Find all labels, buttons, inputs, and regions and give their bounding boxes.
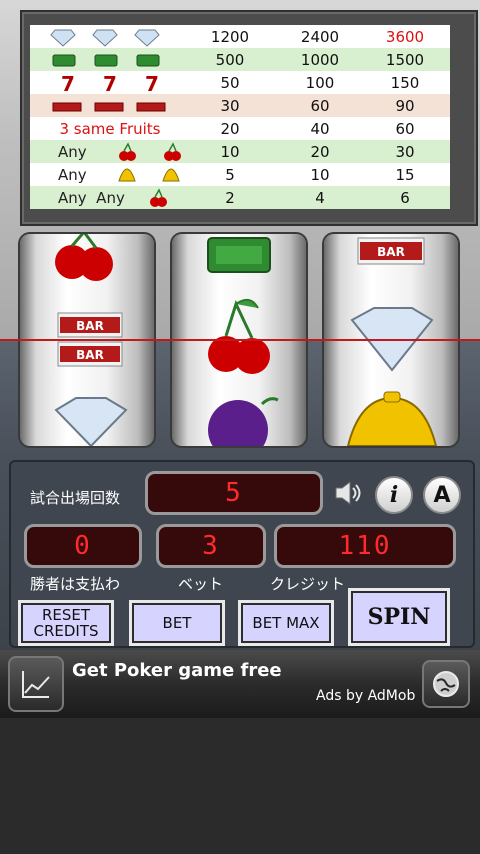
paytable-symbols: Any Any xyxy=(30,186,190,209)
bar-label: BAR xyxy=(76,319,104,333)
paytable-rule-text: 3 same Fruits xyxy=(59,119,161,138)
paytable-symbols xyxy=(30,48,190,71)
cherry-icon xyxy=(208,298,270,374)
speaker-icon[interactable] xyxy=(330,476,364,510)
payout-2coin: 100 xyxy=(305,73,335,92)
svg-text:7: 7 xyxy=(145,72,159,94)
rounds-label: 試合出場回数 xyxy=(30,489,121,507)
paytable-row: 500 1000 1500 xyxy=(30,48,450,71)
credit-display: 110 xyxy=(274,524,456,568)
globe-icon[interactable] xyxy=(422,660,470,708)
paytable-symbols: Any xyxy=(30,163,190,186)
bet-label: ベット xyxy=(178,575,224,593)
reset-credits-button[interactable]: RESET CREDITS xyxy=(18,600,114,646)
bar-label: BAR xyxy=(76,348,104,362)
payout-3coin: 150 xyxy=(390,73,420,92)
payout-3coin: 60 xyxy=(395,119,415,138)
paytable-row: Any 10 20 30 xyxy=(30,140,450,163)
bell-icon xyxy=(117,167,180,181)
payout-2coin: 10 xyxy=(310,165,330,184)
paytable-row: 1200 2400 3600 xyxy=(30,25,450,48)
paytable-symbols xyxy=(30,94,190,117)
svg-text:7: 7 xyxy=(103,72,117,94)
payout-1coin: 50 xyxy=(220,73,240,92)
payout-2coin: 2400 xyxy=(300,27,340,46)
info-button[interactable]: i xyxy=(375,476,413,514)
paytable-symbols xyxy=(30,25,190,48)
cash-icon xyxy=(207,237,271,273)
payout-1coin: 5 xyxy=(225,165,235,184)
payout-3coin: 30 xyxy=(395,142,415,161)
paytable-rule-text: Any xyxy=(58,142,87,161)
payline xyxy=(0,339,480,341)
payout-3coin: 3600 xyxy=(385,27,425,46)
chart-icon[interactable] xyxy=(8,656,64,712)
paytable-symbols: Any xyxy=(30,140,190,163)
cherry-icon xyxy=(118,141,181,161)
payout-2coin: 60 xyxy=(310,96,330,115)
cherry-icon xyxy=(55,229,113,281)
paytable-row: 3 same Fruits 20 40 60 xyxy=(30,117,450,140)
payout-3coin: 90 xyxy=(395,96,415,115)
paytable-rule-text: Any Any xyxy=(58,188,125,207)
win-display: 0 xyxy=(24,524,142,568)
paytable-symbols: 7 7 7 xyxy=(30,71,190,94)
payout-1coin: 1200 xyxy=(210,27,250,46)
payout-3coin: 6 xyxy=(400,188,410,207)
paytable-row: Any Any 2 4 6 xyxy=(30,186,450,209)
payout-3coin: 1500 xyxy=(385,50,425,69)
globe-icon-graphic xyxy=(433,671,459,697)
payout-2coin: 1000 xyxy=(300,50,340,69)
payout-1coin: 10 xyxy=(220,142,240,161)
payout-1coin: 2 xyxy=(225,188,235,207)
paytable-row: Any 5 10 15 xyxy=(30,163,450,186)
ad-title[interactable]: Get Poker game free xyxy=(72,660,282,681)
diamond-icon xyxy=(50,29,160,47)
diamond-icon xyxy=(54,397,128,448)
payout-2coin: 20 xyxy=(310,142,330,161)
paytable-row: 30 60 90 xyxy=(30,94,450,117)
paytable-rule-text: Any xyxy=(58,165,87,184)
payout-2coin: 4 xyxy=(315,188,325,207)
bet-max-button[interactable]: BET MAX xyxy=(238,600,334,646)
bell-icon xyxy=(346,391,438,447)
bet-button[interactable]: BET xyxy=(129,600,225,646)
credit-label: クレジット xyxy=(270,575,346,593)
payout-3coin: 15 xyxy=(395,165,415,184)
payout-1coin: 30 xyxy=(220,96,240,115)
chart-icon-graphic xyxy=(22,671,50,698)
speaker-icon-graphic xyxy=(335,481,361,505)
rounds-display: 5 xyxy=(145,471,323,515)
cash-icon xyxy=(52,54,160,66)
payout-1coin: 500 xyxy=(215,50,245,69)
payout-2coin: 40 xyxy=(310,119,330,138)
plum-icon xyxy=(208,397,279,460)
cherry-icon xyxy=(149,187,167,207)
bar-label: BAR xyxy=(377,245,405,259)
svg-text:7: 7 xyxy=(61,72,75,94)
payout-1coin: 20 xyxy=(220,119,240,138)
win-label: 勝者は支払わ xyxy=(30,575,121,593)
auto-button[interactable]: A xyxy=(423,476,461,514)
bar-icon: BAR xyxy=(357,237,425,265)
paytable-symbols: 3 same Fruits xyxy=(30,117,190,140)
ad-subtitle: Ads by AdMob xyxy=(316,688,416,704)
paytable: 1200 2400 3600 500 1000 1500 7 7 7 50 10… xyxy=(30,25,450,215)
slot-machine-app: 1200 2400 3600 500 1000 1500 7 7 7 50 10… xyxy=(0,0,480,854)
bar-icon xyxy=(52,102,166,111)
spin-button[interactable]: SPIN xyxy=(348,588,450,646)
seven-icon: 7 7 7 xyxy=(61,72,159,94)
bet-display: 3 xyxy=(156,524,266,568)
paytable-row: 7 7 7 50 100 150 xyxy=(30,71,450,94)
